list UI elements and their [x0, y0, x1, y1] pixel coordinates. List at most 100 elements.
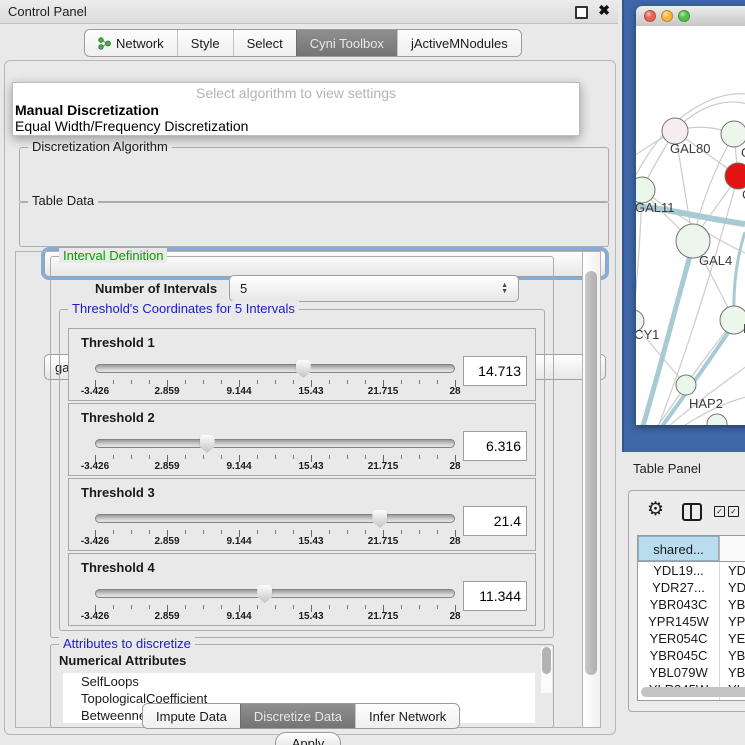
threshold-box-4: Threshold 4-3.4262.8599.14415.4321.71528 [68, 553, 536, 626]
threshold-value-field[interactable] [463, 506, 527, 536]
table-row[interactable]: YBR043CYBR0 [638, 596, 745, 613]
scrollbar-thumb[interactable] [585, 271, 597, 675]
network-window-titlebar[interactable] [636, 6, 745, 27]
table-row[interactable]: YBL079WYBL0 [638, 664, 745, 681]
slider-tick [347, 455, 348, 459]
number-of-intervals-combobox[interactable]: 5 ▲▼ [229, 275, 519, 302]
network-node-hap2[interactable] [676, 375, 696, 395]
slider-tick-label: 2.859 [154, 461, 179, 472]
vertical-scrollbar[interactable] [582, 252, 600, 727]
threshold-slider[interactable]: -3.4262.8599.14415.4321.71528 [95, 434, 455, 472]
slider-track[interactable] [95, 364, 455, 373]
network-node-g[interactable] [721, 121, 745, 147]
slider-tick [257, 455, 258, 459]
cell-shared-name[interactable]: YIL052C [638, 698, 719, 701]
close-icon[interactable]: ✖ [598, 2, 610, 19]
tab-select[interactable]: Select [233, 30, 296, 56]
cell-name[interactable]: YER0 [719, 630, 745, 647]
threshold-value-field[interactable] [463, 356, 527, 386]
tab-infer-network[interactable]: Infer Network [355, 704, 459, 728]
table-row[interactable]: YDL19...YDL1 [638, 562, 745, 579]
threshold-slider[interactable]: -3.4262.8599.14415.4321.71528 [95, 584, 455, 622]
numerical-attributes-label: Numerical Attributes [59, 653, 186, 668]
cell-shared-name[interactable]: YDR27... [638, 579, 719, 596]
cell-name[interactable]: YBR0 [719, 647, 745, 664]
column-header-2[interactable]: na [719, 536, 745, 561]
attribute-item[interactable]: SelfLoops [63, 673, 535, 690]
cell-shared-name[interactable]: YBR045C [638, 647, 719, 664]
network-edge[interactable] [734, 232, 745, 318]
tab-network[interactable]: Network [85, 30, 177, 56]
minimize-light-icon[interactable] [661, 10, 673, 22]
algorithm-option-equal-width-frequency-discretization[interactable]: Equal Width/Frequency Discretization [13, 118, 579, 134]
interval-definition-group: Interval Definition Number of Intervals … [50, 256, 554, 638]
cell-name[interactable]: YDL1 [719, 562, 745, 579]
slider-thumb[interactable] [200, 435, 215, 453]
tab-impute-data[interactable]: Impute Data [143, 704, 240, 728]
panel-title: Control Panel [8, 4, 87, 19]
gear-icon[interactable]: ⚙ [647, 498, 664, 521]
cell-name[interactable]: YDR2 [719, 579, 745, 596]
slider-tick [275, 455, 276, 459]
slider-tick [203, 605, 204, 609]
tab-style[interactable]: Style [177, 30, 233, 56]
threshold-slider[interactable]: -3.4262.8599.14415.4321.71528 [95, 509, 455, 547]
slider-track[interactable] [95, 514, 455, 523]
table-panel-header: Table Panel [624, 452, 745, 486]
attributes-list-scrollbar[interactable] [541, 647, 552, 693]
slider-tick-label: 9.144 [226, 536, 251, 547]
slider-tick [329, 380, 330, 384]
slider-tick [293, 605, 294, 609]
slider-tick-label: 9.144 [226, 611, 251, 622]
checkbox-icon[interactable]: ✓ [714, 506, 725, 517]
tab-jactivemnodules[interactable]: jActiveMNodules [397, 30, 521, 56]
horizontal-scrollbar[interactable] [641, 687, 745, 697]
cell-shared-name[interactable]: YBL079W [638, 664, 719, 681]
network-node-h[interactable] [720, 306, 745, 334]
slider-thumb[interactable] [372, 510, 387, 528]
cell-shared-name[interactable]: YDL19... [638, 562, 719, 579]
split-columns-icon[interactable] [682, 503, 702, 521]
column-header-1[interactable]: shared... [638, 536, 719, 561]
threshold-value-field[interactable] [463, 431, 527, 461]
slider-track[interactable] [95, 439, 455, 448]
slider-tick [365, 455, 366, 459]
apply-button[interactable]: Apply [275, 732, 341, 745]
network-node[interactable] [707, 414, 727, 425]
checkbox-icon[interactable]: ✓ [728, 506, 739, 517]
cell-name[interactable]: YBL0 [719, 664, 745, 681]
threshold-slider[interactable]: -3.4262.8599.14415.4321.71528 [95, 359, 455, 397]
slider-tick-label: 2.859 [154, 611, 179, 622]
tab-discretize-data[interactable]: Discretize Data [240, 704, 355, 728]
cell-name[interactable]: YBR0 [719, 596, 745, 613]
table-row[interactable]: YER054CYER0 [638, 630, 745, 647]
slider-thumb[interactable] [296, 360, 311, 378]
table-row[interactable]: YDR27...YDR2 [638, 579, 745, 596]
network-canvas[interactable]: GAL80GCGAL11GAL4GCY1HHAP2 [636, 26, 745, 425]
float-window-icon[interactable] [575, 6, 588, 19]
network-node-c[interactable] [725, 163, 745, 189]
close-light-icon[interactable] [644, 10, 656, 22]
node-label: GCY1 [636, 327, 659, 342]
threshold-value-field[interactable] [463, 581, 527, 611]
slider-tick [347, 530, 348, 534]
table-toolbar: ⚙ ✓ ✓ [629, 491, 745, 533]
algorithm-hint-item[interactable]: Select algorithm to view settings [13, 83, 579, 102]
table-row[interactable]: YPR145WYPR1 [638, 613, 745, 630]
cell-shared-name[interactable]: YER054C [638, 630, 719, 647]
table-row[interactable]: YBR045CYBR0 [638, 647, 745, 664]
scrollbar-thumb[interactable] [542, 647, 551, 674]
cell-shared-name[interactable]: YBR043C [638, 596, 719, 613]
slider-track[interactable] [95, 589, 455, 598]
cell-name[interactable]: YPR1 [719, 613, 745, 630]
table-data-title: Table Data [28, 193, 98, 208]
zoom-light-icon[interactable] [678, 10, 690, 22]
tab-cyni-toolbox[interactable]: Cyni Toolbox [296, 30, 397, 56]
slider-tick [113, 380, 114, 384]
threshold-label: Threshold 1 [81, 335, 155, 350]
slider-thumb[interactable] [257, 585, 272, 603]
algorithm-option-manual-discretization[interactable]: Manual Discretization [13, 102, 579, 118]
cell-name[interactable]: YIL0 [719, 698, 745, 701]
cell-shared-name[interactable]: YPR145W [638, 613, 719, 630]
table-row[interactable]: YIL052CYIL0 [638, 698, 745, 701]
